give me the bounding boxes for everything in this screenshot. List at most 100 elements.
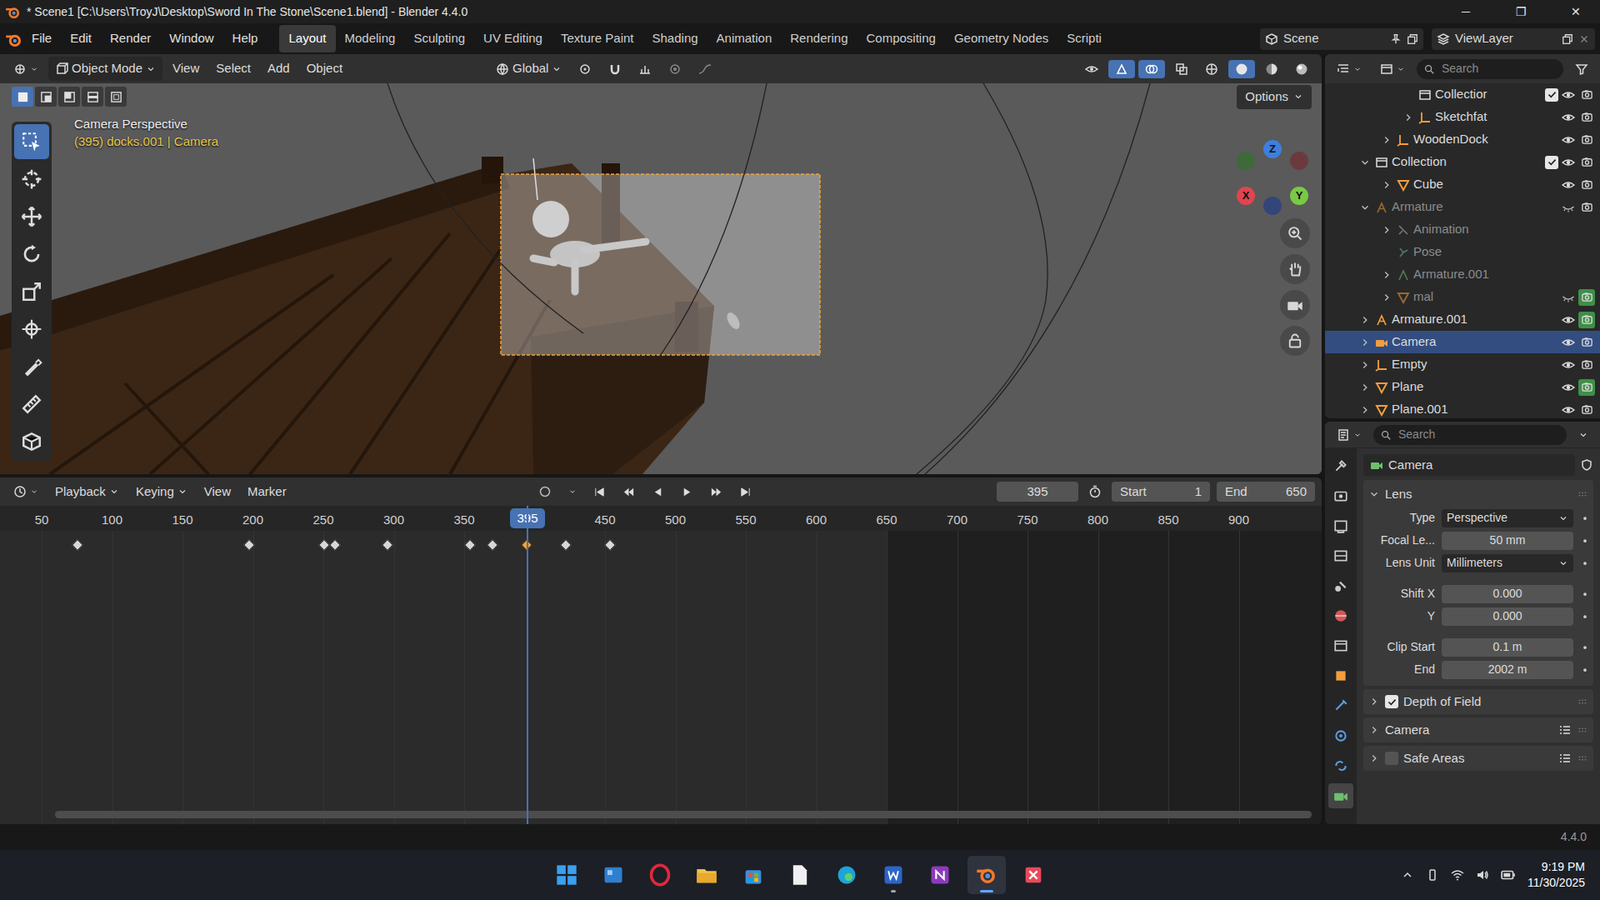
viewport-menu[interactable]: Add bbox=[260, 56, 297, 81]
current-frame-field[interactable]: 395 bbox=[996, 481, 1079, 502]
shading-button[interactable] bbox=[1228, 60, 1255, 79]
blender-menu-icon[interactable] bbox=[5, 30, 22, 48]
tool-button[interactable] bbox=[14, 386, 50, 422]
clock-date[interactable]: 11/30/2025 bbox=[1527, 875, 1585, 891]
workspace-tab[interactable]: Modeling bbox=[335, 25, 405, 53]
subpanel-header[interactable]: Depth of Field bbox=[1363, 689, 1594, 715]
start-frame-field[interactable]: Start1 bbox=[1111, 481, 1210, 502]
mode-dropdown[interactable]: Object Mode bbox=[48, 56, 163, 81]
property-value[interactable]: 2002 m bbox=[1488, 660, 1528, 679]
expand-toggle[interactable] bbox=[1380, 134, 1394, 146]
proportional-edit-button[interactable] bbox=[661, 60, 689, 79]
menu-item[interactable]: Edit bbox=[61, 26, 100, 51]
grip-icon[interactable] bbox=[1576, 695, 1589, 708]
current-frame-value[interactable]: 395 bbox=[1027, 482, 1049, 502]
eye-icon[interactable] bbox=[1561, 178, 1575, 192]
record-button[interactable] bbox=[531, 482, 559, 501]
next-keyframe-button[interactable] bbox=[703, 483, 730, 501]
menu-item[interactable]: Help bbox=[224, 26, 267, 51]
preview-range-button[interactable] bbox=[1081, 482, 1109, 501]
eye-icon[interactable] bbox=[1561, 335, 1575, 350]
select-mode-button[interactable] bbox=[105, 86, 127, 107]
keyframe-dot-icon[interactable] bbox=[1580, 558, 1590, 569]
falloff-button[interactable] bbox=[691, 60, 719, 79]
expand-toggle[interactable] bbox=[1380, 224, 1394, 236]
viewport-menu[interactable]: Object bbox=[300, 56, 350, 81]
orientation-dropdown[interactable]: Global bbox=[489, 56, 569, 81]
outliner-item-name[interactable]: Animation bbox=[1413, 220, 1595, 240]
properties-tab[interactable] bbox=[1328, 543, 1354, 569]
property-value[interactable]: 0.000 bbox=[1492, 607, 1522, 625]
expand-toggle[interactable] bbox=[1380, 269, 1394, 281]
property-value[interactable]: 0.000 bbox=[1492, 585, 1522, 603]
property-value[interactable]: 50 mm bbox=[1490, 531, 1526, 550]
render-toggle[interactable] bbox=[1578, 176, 1595, 194]
property-value[interactable]: Millimeters bbox=[1446, 554, 1503, 572]
tool-button[interactable] bbox=[14, 424, 50, 460]
outliner-row[interactable]: Sketchfat bbox=[1325, 105, 1600, 129]
outliner-item-name[interactable]: Plane bbox=[1391, 377, 1559, 397]
outliner-item-name[interactable]: Plane.001 bbox=[1391, 400, 1559, 419]
keyframe-dot-icon[interactable] bbox=[1580, 611, 1590, 622]
eye-icon[interactable] bbox=[1561, 133, 1575, 147]
preset-list-icon[interactable] bbox=[1558, 751, 1572, 765]
grip-icon[interactable] bbox=[1576, 724, 1589, 736]
eye-icon[interactable] bbox=[1561, 88, 1575, 102]
options-button[interactable] bbox=[1571, 427, 1595, 443]
render-toggle[interactable] bbox=[1578, 334, 1595, 351]
outliner-item-name[interactable]: Armature.001 bbox=[1413, 265, 1595, 285]
properties-tab[interactable] bbox=[1328, 453, 1354, 479]
subpanel-checkbox[interactable] bbox=[1385, 751, 1399, 765]
pan-button[interactable] bbox=[1280, 254, 1310, 285]
orientation-label[interactable]: Global bbox=[512, 59, 549, 79]
close-icon[interactable] bbox=[1578, 33, 1590, 45]
workspace-tab[interactable]: Layout bbox=[279, 25, 335, 53]
outliner-item-name[interactable]: Camera bbox=[1391, 332, 1559, 352]
property-number-field[interactable]: 0.1 m bbox=[1441, 638, 1574, 657]
expand-toggle[interactable] bbox=[1380, 291, 1394, 304]
outliner-row[interactable]: Camera bbox=[1325, 330, 1600, 354]
clock-time[interactable]: 9:19 PM bbox=[1527, 859, 1585, 875]
outliner-item-name[interactable]: Armature bbox=[1391, 197, 1559, 217]
expand-toggle[interactable] bbox=[1358, 201, 1372, 214]
usb-icon[interactable] bbox=[1425, 868, 1440, 882]
xray-button[interactable] bbox=[1168, 60, 1195, 79]
menu-item[interactable]: Window bbox=[160, 26, 222, 51]
editor-type-button[interactable] bbox=[1330, 60, 1369, 79]
timeline-area[interactable]: 5010015020025030035045050055060065070075… bbox=[0, 505, 1322, 825]
shading-button[interactable] bbox=[1288, 60, 1315, 79]
properties-tab[interactable] bbox=[1328, 723, 1354, 749]
workspace-tab[interactable]: Shading bbox=[643, 25, 708, 53]
panel-title[interactable]: Lens bbox=[1385, 485, 1572, 505]
eye-icon[interactable] bbox=[1561, 358, 1575, 372]
tool-button[interactable] bbox=[14, 274, 50, 310]
view-layer-name[interactable]: ViewLayer bbox=[1455, 29, 1557, 49]
eye-icon[interactable] bbox=[1561, 110, 1575, 125]
outliner-row[interactable]: mal bbox=[1325, 285, 1600, 309]
timeline-menu[interactable]: Playback bbox=[48, 480, 126, 505]
snap-button[interactable] bbox=[601, 60, 629, 79]
subpanel-checkbox[interactable] bbox=[1385, 695, 1399, 709]
render-toggle[interactable] bbox=[1578, 401, 1595, 419]
jump-end-button[interactable] bbox=[732, 483, 759, 501]
clock[interactable]: 9:19 PM11/30/2025 bbox=[1527, 859, 1585, 891]
render-toggle[interactable] bbox=[1578, 289, 1595, 306]
timeline-ruler[interactable]: 5010015020025030035045050055060065070075… bbox=[0, 505, 1322, 531]
window-control-button[interactable]: ✕ bbox=[1551, 3, 1600, 21]
display-mode-button[interactable] bbox=[1373, 60, 1412, 79]
property-number-field[interactable]: 0.000 bbox=[1441, 585, 1574, 604]
end-frame-field[interactable]: End650 bbox=[1216, 481, 1315, 502]
editor-type-button[interactable] bbox=[6, 60, 45, 79]
workspace-tab[interactable]: Texture Paint bbox=[551, 25, 644, 53]
pivot-button[interactable] bbox=[571, 60, 599, 79]
outliner-row[interactable]: Animation bbox=[1325, 218, 1600, 241]
camera-view-button[interactable] bbox=[1280, 290, 1310, 320]
chevron-up-icon[interactable] bbox=[1400, 868, 1415, 882]
timeline-menu[interactable]: Keying bbox=[129, 480, 195, 505]
playhead-line[interactable] bbox=[526, 505, 529, 825]
eye-closed-icon[interactable] bbox=[1561, 290, 1575, 305]
outliner-search[interactable] bbox=[1416, 59, 1564, 80]
select-mode-button[interactable] bbox=[11, 86, 34, 107]
timeline-menu-label[interactable]: View bbox=[204, 482, 231, 502]
outliner-item-name[interactable]: Collectior bbox=[1435, 85, 1542, 105]
